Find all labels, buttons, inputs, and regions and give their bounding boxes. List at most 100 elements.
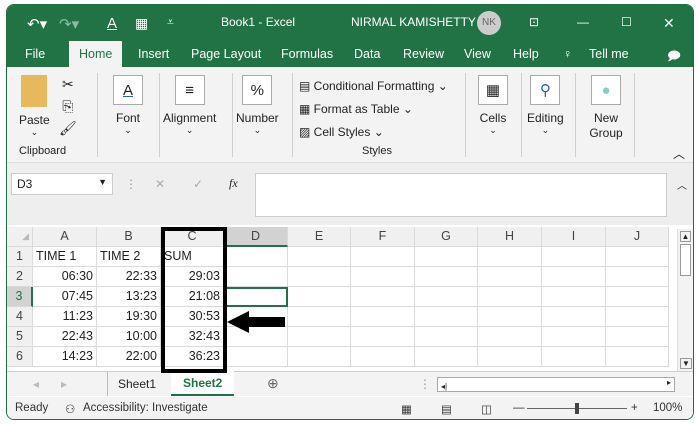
cell-b5[interactable]: 10:00 [97,327,161,347]
row-header[interactable]: 4 [7,307,33,327]
name-box[interactable]: D3 ▼ [11,173,113,195]
cell-a3[interactable]: 07:45 [33,287,97,307]
cell-g1[interactable] [415,247,478,267]
cell-f2[interactable] [351,267,415,287]
sheet-tab-sheet2[interactable]: Sheet2 [171,371,235,396]
row-header[interactable]: 1 [7,247,33,267]
font-color-icon[interactable]: A [107,15,117,32]
accessibility-status[interactable]: Accessibility: Investigate [83,402,208,414]
copy-icon[interactable]: ⎘ [59,95,77,117]
column-header-d[interactable]: D [224,227,288,247]
column-header-i[interactable]: I [542,227,606,247]
cell-f4[interactable] [351,307,415,327]
cell-a5[interactable]: 22:43 [33,327,97,347]
cell-d6[interactable] [224,347,288,367]
cell-f6[interactable] [351,347,415,367]
cell-b4[interactable]: 19:30 [97,307,161,327]
tab-page-layout[interactable]: Page Layout [191,47,261,61]
borders-icon[interactable]: ▦ [135,15,148,32]
cell-j1[interactable] [606,247,669,267]
cells-button[interactable]: ▦ Cells ⌄ [478,75,508,136]
cell-h6[interactable] [478,347,542,367]
cell-a4[interactable]: 11:23 [33,307,97,327]
minimize-button[interactable]: — [577,15,589,29]
formula-input[interactable] [255,173,667,217]
cell-e5[interactable] [288,327,351,347]
font-button[interactable]: A Font ⌄ [113,75,143,136]
cell-e1[interactable] [288,247,351,267]
tab-view[interactable]: View [464,47,491,61]
select-all-corner[interactable]: ◢ [7,227,33,247]
column-header-b[interactable]: B [97,227,161,247]
zoom-slider[interactable] [527,403,627,414]
comments-icon[interactable]: 🗩 [667,47,681,68]
cell-j5[interactable] [606,327,669,347]
cancel-icon[interactable]: ✕ [155,177,165,191]
cell-d3[interactable] [224,287,288,307]
cell-f1[interactable] [351,247,415,267]
cell-g6[interactable] [415,347,478,367]
column-header-e[interactable]: E [288,227,351,247]
cell-styles-button[interactable]: ▨ Cell Styles ⌄ [299,121,448,144]
page-break-view-icon[interactable]: ◫ [481,402,492,416]
column-header-h[interactable]: H [478,227,542,247]
alignment-button[interactable]: ≡ Alignment ⌄ [163,75,216,136]
cell-j4[interactable] [606,307,669,327]
collapse-ribbon-icon[interactable]: ︿ [673,145,685,162]
zoom-out-icon[interactable]: — [513,402,525,414]
maximize-button[interactable]: ☐ [621,15,632,29]
cell-b3[interactable]: 13:23 [97,287,161,307]
editing-button[interactable]: ⚲ Editing ⌄ [527,75,564,136]
cell-e4[interactable] [288,307,351,327]
zoom-in-icon[interactable]: + [631,402,638,414]
row-header[interactable]: 3 [7,287,33,307]
sheet-tab-sheet1[interactable]: Sheet1 [107,372,166,396]
column-header-g[interactable]: G [415,227,478,247]
cell-b2[interactable]: 22:33 [97,267,161,287]
insert-function-icon[interactable]: fx [229,176,238,191]
cell-g5[interactable] [415,327,478,347]
row-header[interactable]: 2 [7,267,33,287]
tab-data[interactable]: Data [354,47,380,61]
cell-j6[interactable] [606,347,669,367]
cell-g3[interactable] [415,287,478,307]
enter-icon[interactable]: ✓ [193,177,203,191]
cell-j2[interactable] [606,267,669,287]
undo-icon[interactable]: ↶▾ [27,15,47,33]
column-header-j[interactable]: J [606,227,669,247]
cell-i2[interactable] [542,267,606,287]
cell-e2[interactable] [288,267,351,287]
format-as-table-button[interactable]: ▦ Format as Table ⌄ [299,98,448,121]
cell-g4[interactable] [415,307,478,327]
avatar[interactable]: NK [477,11,501,35]
row-header[interactable]: 6 [7,347,33,367]
expand-formula-icon[interactable]: ︿ [677,177,687,192]
cell-i4[interactable] [542,307,606,327]
cell-h4[interactable] [478,307,542,327]
tab-file[interactable]: File [25,47,45,61]
normal-view-icon[interactable]: ▦ [401,402,412,416]
tab-insert[interactable]: Insert [138,47,169,61]
cell-d2[interactable] [224,267,288,287]
cell-h2[interactable] [478,267,542,287]
close-button[interactable]: ✕ [663,15,675,32]
redo-icon[interactable]: ↷▾ [59,15,79,33]
cell-f3[interactable] [351,287,415,307]
cell-a1[interactable]: TIME 1 [33,247,97,267]
horizontal-scrollbar[interactable]: ◂| ▸ [437,377,675,392]
column-header-f[interactable]: F [351,227,415,247]
new-group-button[interactable]: ● New Group [583,75,629,141]
column-header-a[interactable]: A [33,227,97,247]
cell-b1[interactable]: TIME 2 [97,247,161,267]
cell-h1[interactable] [478,247,542,267]
cell-h5[interactable] [478,327,542,347]
tab-review[interactable]: Review [403,47,444,61]
number-button[interactable]: % Number ⌄ [236,75,279,136]
cell-j3[interactable] [606,287,669,307]
tell-me-search[interactable]: Tell me [589,47,629,61]
cut-icon[interactable]: ✂ [59,73,77,95]
tab-help[interactable]: Help [513,47,539,61]
format-painter-icon[interactable]: 🖌 [59,117,77,139]
cell-b6[interactable]: 22:00 [97,347,161,367]
next-sheet-icon[interactable]: ▸ [61,377,67,391]
